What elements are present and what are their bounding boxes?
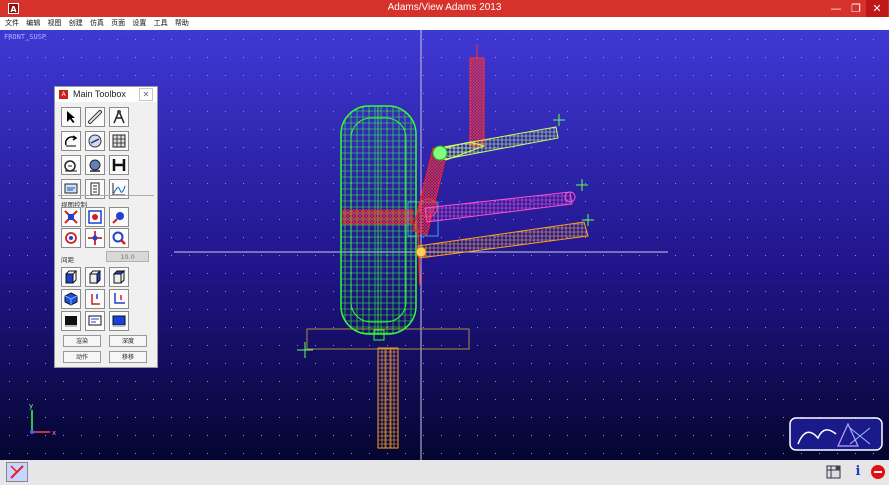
link-body-icon [88, 110, 102, 124]
restore-button[interactable]: ❐ [845, 0, 867, 17]
zoom-button[interactable] [109, 228, 129, 248]
motion-tool-button[interactable] [61, 131, 81, 151]
review-tool-button[interactable] [61, 179, 81, 199]
info-button[interactable]: i [849, 463, 867, 481]
cube-iso-icon [64, 292, 78, 306]
connectors-tool-button[interactable] [109, 107, 129, 127]
bodies-tool-button[interactable] [85, 107, 105, 127]
blue-screen-icon [112, 315, 126, 327]
iso-view-button[interactable] [61, 289, 81, 309]
minimize-button[interactable]: — [825, 0, 847, 17]
cube-top-icon [112, 269, 126, 284]
select-tool-button[interactable] [61, 107, 81, 127]
zoom-fit-button[interactable] [61, 207, 81, 227]
cube-front-icon [65, 270, 78, 284]
render-wireframe-button[interactable] [85, 311, 105, 331]
cancel-slash-icon [10, 465, 24, 479]
toolbox-title-bar[interactable]: A Main Toolbox ✕ [55, 87, 157, 102]
fit-arrows-icon [64, 210, 78, 224]
view-axes-button[interactable] [109, 289, 129, 309]
menu-bar: 文件 编辑 视图 创建 仿真 页面 设置 工具 帮助 [0, 17, 889, 30]
arrow-cursor-icon [67, 111, 75, 123]
animation-icon [89, 159, 101, 172]
black-screen-icon [65, 316, 77, 327]
joint-icon [113, 110, 125, 124]
window-title: Adams/View Adams 2013 [387, 2, 502, 13]
grid-spacing-input[interactable]: 10.0 [106, 251, 149, 262]
menu-tools[interactable]: 工具 [154, 17, 168, 30]
magnify-button[interactable] [109, 207, 129, 227]
menu-edit[interactable]: 编辑 [26, 17, 40, 30]
rotation-arrow-icon [64, 135, 78, 147]
zoom-box-icon [88, 210, 102, 224]
gear-structure-tool-button[interactable] [109, 155, 129, 175]
forces-tool-button[interactable] [85, 131, 105, 151]
measures-tool-button[interactable] [85, 179, 105, 199]
simulate-icon [64, 160, 77, 172]
rotate-view-icon [65, 232, 77, 244]
toolbox-title: Main Toolbox [73, 89, 126, 99]
close-button[interactable]: ✕ [866, 0, 888, 17]
spring-icon [88, 134, 102, 148]
adams-small-icon: A [59, 90, 68, 99]
action-button[interactable]: 动作 [63, 351, 101, 363]
title-bar: A Adams/View Adams 2013 — ❐ ✕ [0, 0, 889, 17]
simulation-tool-button[interactable] [61, 155, 81, 175]
zoom-icon [112, 231, 126, 245]
grid-table-icon [112, 134, 126, 148]
grid-spacing-label: 间距 [61, 256, 74, 264]
window-icon [88, 315, 102, 326]
triad-x-label: x [52, 429, 56, 437]
triad-y-label: y [29, 402, 33, 410]
menu-build[interactable]: 创建 [69, 17, 83, 30]
translate-view-button[interactable] [85, 228, 105, 248]
table-editor-button[interactable] [825, 463, 843, 481]
menu-help[interactable]: 帮助 [175, 17, 189, 30]
menu-settings[interactable]: 设置 [132, 17, 146, 30]
render-button[interactable]: 渲染 [63, 335, 101, 347]
pan-arrows-icon [88, 231, 102, 245]
stop-button[interactable] [869, 463, 887, 481]
toolbox-divider [58, 195, 154, 196]
cube-side-icon [89, 269, 101, 285]
animation-tool-button[interactable] [85, 155, 105, 175]
depth-button[interactable]: 深度 [109, 335, 147, 347]
plot-tool-button[interactable] [109, 179, 129, 199]
watermark-logo [789, 417, 883, 451]
menu-simulate[interactable]: 仿真 [90, 17, 104, 30]
background-color-button[interactable] [109, 311, 129, 331]
axes-icon [114, 293, 125, 304]
table-tool-button[interactable] [109, 131, 129, 151]
top-view-button[interactable] [109, 267, 129, 287]
h-frame-icon [112, 159, 126, 171]
side-view-button[interactable] [85, 267, 105, 287]
lower-strut [377, 347, 399, 449]
triad-icon [91, 294, 100, 305]
menu-file[interactable]: 文件 [5, 17, 19, 30]
magnifier-icon [112, 212, 124, 224]
view-triad-button[interactable] [85, 289, 105, 309]
menu-review[interactable]: 页面 [111, 17, 125, 30]
pan-button[interactable]: 移移 [109, 351, 147, 363]
toolbox-close-button[interactable]: ✕ [139, 88, 153, 101]
render-shaded-button[interactable] [61, 311, 81, 331]
status-bar: i [0, 460, 889, 485]
stop-sign-icon [871, 465, 885, 479]
view-name-label: FRONT_SUSP [4, 33, 47, 41]
table-editor-icon [826, 465, 841, 479]
menu-view[interactable]: 视图 [47, 17, 61, 30]
zoom-box-button[interactable] [85, 207, 105, 227]
select-mode-button[interactable] [6, 462, 28, 482]
front-view-button[interactable] [61, 267, 81, 287]
main-toolbox[interactable]: A Main Toolbox ✕ 视图控制 间距 10.0 渲染 深度 动作 移… [54, 86, 158, 368]
rotate-view-button[interactable] [61, 228, 81, 248]
